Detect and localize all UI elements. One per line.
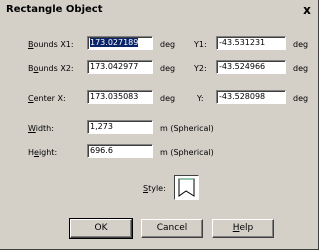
height-unit: m (Spherical) (160, 148, 214, 157)
rectangle-object-dialog: Rectangle Object x Bounds X1: 173.027189… (0, 0, 319, 250)
height-input[interactable]: 696.6 (87, 144, 153, 158)
title-bar[interactable]: Rectangle Object x (2, 2, 318, 20)
bounds-x1-input[interactable]: 173.027189 (87, 36, 153, 50)
center-y-input[interactable]: -43.528098 (216, 90, 286, 104)
bounds-x2-input[interactable]: 173.042977 (87, 60, 153, 74)
width-unit: m (Spherical) (160, 124, 214, 133)
center-x-label: Center X: (28, 94, 66, 103)
cancel-button[interactable]: Cancel (141, 219, 203, 238)
bounds-x1-unit: deg (160, 40, 176, 49)
width-input[interactable]: 1,273 (87, 120, 153, 134)
bounds-x2-unit: deg (160, 64, 176, 73)
center-x-input[interactable]: 173.035083 (87, 90, 153, 104)
y1-unit: deg (293, 40, 309, 49)
dialog-title: Rectangle Object (6, 4, 103, 15)
y2-input[interactable]: -43.524966 (216, 60, 286, 74)
y2-label: Y2: (194, 64, 207, 73)
rectangle-style-icon (178, 178, 195, 197)
style-swatch-button[interactable] (174, 175, 199, 200)
center-x-unit: deg (160, 94, 176, 103)
y1-label: Y1: (194, 40, 207, 49)
y1-input[interactable]: -43.531231 (216, 36, 286, 50)
ok-button[interactable]: OK (69, 218, 133, 239)
style-label: Style: (143, 184, 166, 193)
y2-unit: deg (293, 64, 309, 73)
height-label: Height: (28, 148, 58, 157)
bounds-x1-label: Bounds X1: (28, 40, 74, 49)
width-label: Width: (28, 124, 54, 133)
bounds-x2-label: Bounds X2: (28, 64, 74, 73)
close-icon[interactable]: x (299, 3, 315, 17)
center-y-unit: deg (293, 94, 309, 103)
center-y-label: Y: (197, 94, 204, 103)
help-button[interactable]: Help (212, 219, 274, 238)
